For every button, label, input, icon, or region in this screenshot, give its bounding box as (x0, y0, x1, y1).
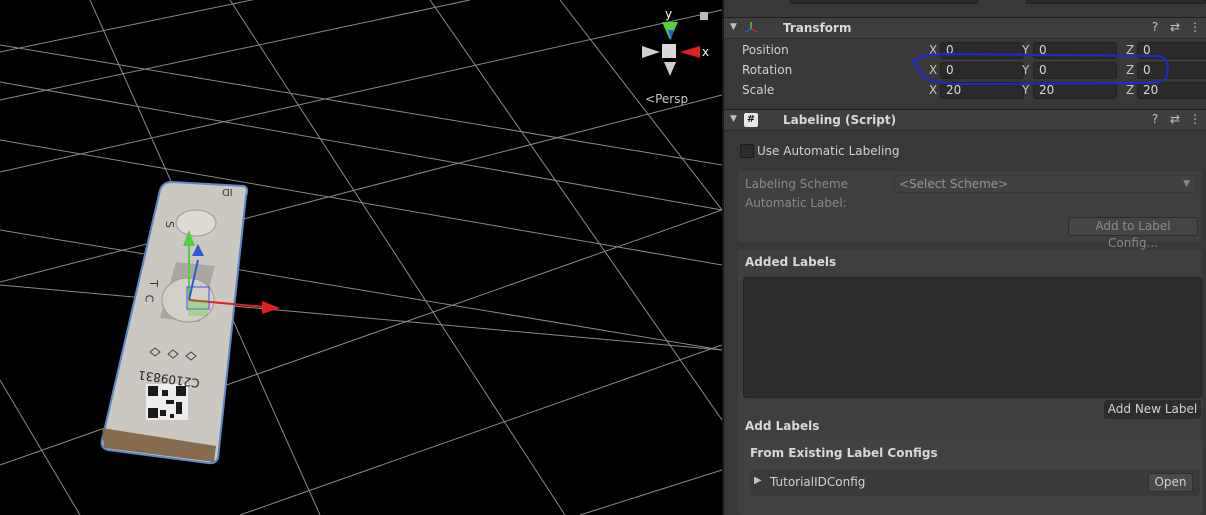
use-automatic-labeling-label: Use Automatic Labeling (757, 144, 900, 158)
cassette-t-text: T (146, 280, 160, 287)
added-labels-title: Added Labels (745, 255, 837, 269)
fold-icon[interactable]: ▼ (730, 22, 737, 32)
scene-view[interactable]: y x <Persp ID S T C C2109831 (0, 0, 722, 515)
labeling-scheme-label: Labeling Scheme (745, 177, 849, 191)
added-labels-list[interactable] (743, 277, 1202, 398)
persp-toggle[interactable]: <Persp (645, 92, 688, 106)
use-automatic-labeling-checkbox[interactable] (740, 144, 754, 158)
labeling-header[interactable]: ▼ # Labeling (Script) ? ⇄ ⋮ (724, 109, 1206, 131)
inspector-panel: ▼ Transform ? ⇄ ⋮ Position X 0 Y 0 Z 0 Rotation… (724, 0, 1206, 515)
fold-icon[interactable]: ▼ (730, 114, 737, 124)
transform-header[interactable]: ▼ Transform ? ⇄ ⋮ (724, 17, 1206, 39)
chevron-down-icon: ▼ (1183, 179, 1190, 189)
gizmo-x-label: x (702, 45, 710, 59)
cassette-id-text: ID (222, 186, 233, 197)
scene-grid (0, 0, 722, 515)
add-to-label-config-button[interactable]: Add to Label Config... (1068, 217, 1198, 250)
labeling-scheme-box: Labeling Scheme <Select Scheme> ▼ Automa… (738, 171, 1202, 250)
layer-dropdown[interactable] (1026, 0, 1206, 4)
persp-label: Persp (655, 92, 689, 106)
gizmo-y-label: y (665, 7, 673, 21)
tag-dropdown[interactable] (790, 0, 978, 4)
transform-icon (744, 22, 758, 33)
labeling-scheme-value: <Select Scheme> (899, 177, 1009, 191)
orientation-gizmo[interactable] (642, 12, 708, 76)
transform-row-label[interactable]: Scale (742, 83, 774, 97)
expand-icon[interactable]: ▶ (754, 475, 762, 486)
cassette-c-text: C (142, 294, 156, 303)
cassette-s-text: S (162, 221, 176, 228)
inspector-top-strip (724, 0, 1206, 17)
open-config-button[interactable]: Open (1148, 473, 1193, 492)
transform-row-label[interactable]: Position (742, 43, 789, 57)
presets-icon[interactable]: ⇄ (1168, 20, 1182, 34)
menu-icon[interactable]: ⋮ (1188, 112, 1202, 126)
existing-configs-box: From Existing Label Configs ▶ TutorialID… (744, 440, 1202, 515)
labeling-scheme-dropdown[interactable]: <Select Scheme> ▼ (894, 175, 1197, 193)
annotation-outline (911, 52, 1170, 86)
presets-icon[interactable]: ⇄ (1168, 112, 1182, 126)
help-icon[interactable]: ? (1148, 112, 1162, 126)
transform-title: Transform (783, 21, 852, 35)
config-name: TutorialIDConfig (770, 475, 866, 489)
add-labels-title: Add Labels (745, 419, 820, 433)
menu-icon[interactable]: ⋮ (1188, 20, 1202, 34)
transform-row-label[interactable]: Rotation (742, 63, 792, 77)
add-new-label-button[interactable]: Add New Label (1104, 400, 1201, 419)
script-icon: # (744, 113, 758, 127)
labeling-title: Labeling (Script) (783, 113, 897, 127)
existing-configs-title: From Existing Label Configs (750, 446, 938, 460)
added-labels-box: Added Labels Add New Label Add Labels Fr… (738, 250, 1202, 515)
help-icon[interactable]: ? (1148, 20, 1162, 34)
config-row[interactable]: ▶ TutorialIDConfig Open (750, 469, 1200, 496)
automatic-label-label: Automatic Label: (745, 196, 847, 210)
